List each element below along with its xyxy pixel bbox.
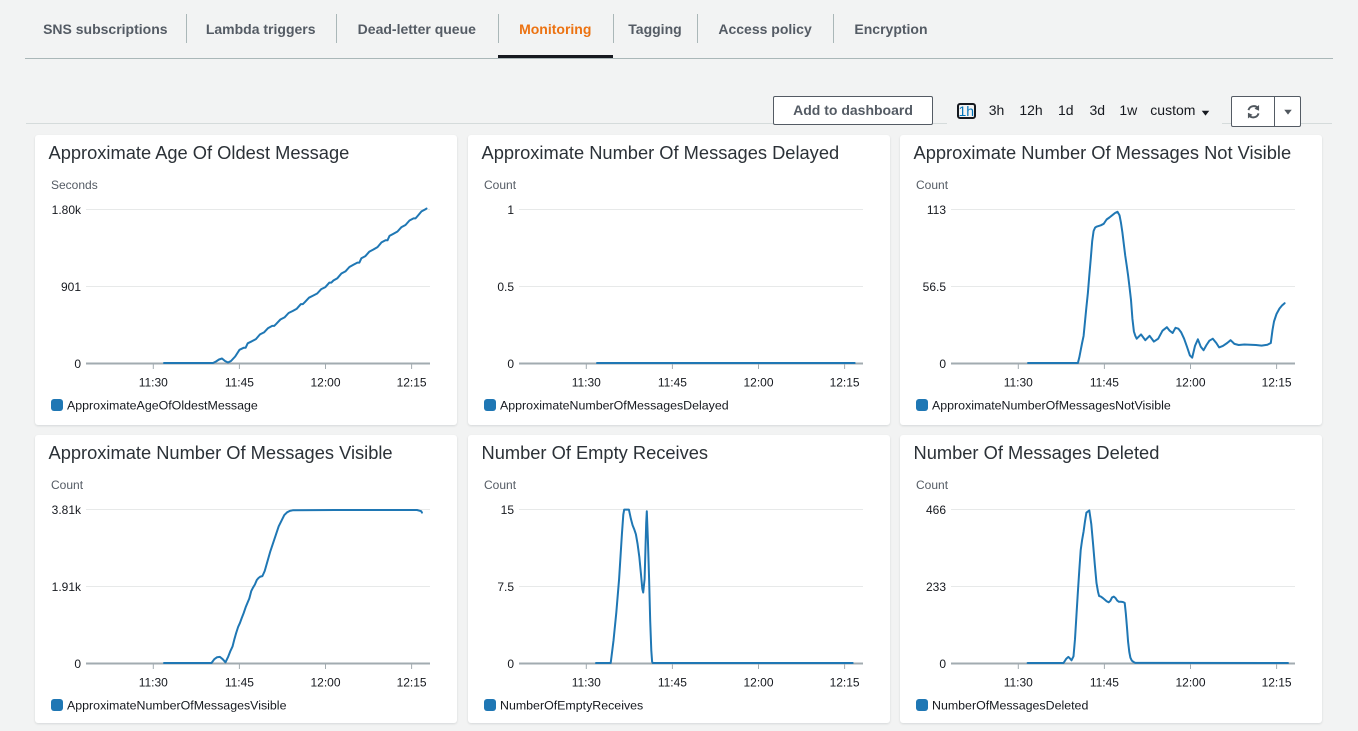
svg-text:11:45: 11:45 — [658, 375, 687, 389]
svg-text:0.5: 0.5 — [497, 279, 514, 293]
svg-text:0: 0 — [939, 656, 946, 670]
svg-text:12:00: 12:00 — [1175, 675, 1205, 689]
svg-text:0: 0 — [939, 356, 946, 370]
svg-text:12:15: 12:15 — [830, 375, 860, 389]
svg-text:Count: Count — [484, 478, 517, 492]
svg-text:11:45: 11:45 — [225, 675, 254, 689]
svg-text:11:30: 11:30 — [572, 675, 601, 689]
svg-text:15: 15 — [501, 502, 515, 516]
svg-text:Number Of Empty Receives: Number Of Empty Receives — [482, 442, 709, 463]
svg-text:12:15: 12:15 — [397, 375, 427, 389]
svg-text:NumberOfEmptyReceives: NumberOfEmptyReceives — [500, 698, 643, 712]
svg-text:11:30: 11:30 — [1004, 675, 1033, 689]
svg-text:11:30: 11:30 — [139, 675, 168, 689]
svg-text:7.5: 7.5 — [497, 579, 514, 593]
svg-text:113: 113 — [927, 202, 946, 216]
svg-text:12:15: 12:15 — [1262, 375, 1292, 389]
svg-text:56.5: 56.5 — [923, 279, 947, 293]
svg-text:0: 0 — [74, 656, 81, 670]
svg-text:Approximate Number Of Messages: Approximate Number Of Messages Not Visib… — [914, 142, 1292, 163]
svg-text:11:45: 11:45 — [1090, 375, 1119, 389]
svg-text:11:30: 11:30 — [572, 375, 601, 389]
svg-text:11:45: 11:45 — [225, 375, 254, 389]
svg-text:ApproximateNumberOfMessagesNot: ApproximateNumberOfMessagesNotVisible — [932, 398, 1171, 412]
svg-text:0: 0 — [74, 356, 81, 370]
svg-text:NumberOfMessagesDeleted: NumberOfMessagesDeleted — [932, 698, 1088, 712]
svg-text:466: 466 — [926, 502, 946, 516]
svg-text:Approximate Age Of Oldest Mess: Approximate Age Of Oldest Message — [49, 142, 350, 163]
svg-text:12:00: 12:00 — [743, 375, 773, 389]
svg-text:ApproximateNumberOfMessagesVis: ApproximateNumberOfMessagesVisible — [67, 698, 287, 712]
svg-text:12:15: 12:15 — [1262, 675, 1292, 689]
svg-text:11:30: 11:30 — [1004, 375, 1033, 389]
svg-text:1.80k: 1.80k — [52, 202, 82, 216]
svg-text:1: 1 — [507, 202, 514, 216]
svg-text:0: 0 — [507, 356, 514, 370]
svg-text:Count: Count — [916, 178, 949, 192]
svg-text:11:45: 11:45 — [1090, 675, 1119, 689]
svg-text:12:15: 12:15 — [397, 675, 427, 689]
svg-text:ApproximateAgeOfOldestMessage: ApproximateAgeOfOldestMessage — [67, 398, 258, 412]
svg-text:1.91k: 1.91k — [52, 579, 82, 593]
svg-text:11:45: 11:45 — [658, 675, 687, 689]
svg-text:Seconds: Seconds — [51, 178, 98, 192]
svg-text:0: 0 — [507, 656, 514, 670]
svg-text:ApproximateNumberOfMessagesDel: ApproximateNumberOfMessagesDelayed — [500, 398, 729, 412]
svg-text:Number Of Messages Deleted: Number Of Messages Deleted — [914, 442, 1160, 463]
svg-text:12:00: 12:00 — [743, 675, 773, 689]
svg-text:12:00: 12:00 — [1175, 375, 1205, 389]
svg-text:Approximate Number Of Messages: Approximate Number Of Messages Delayed — [482, 142, 840, 163]
svg-text:Count: Count — [916, 478, 949, 492]
svg-text:901: 901 — [61, 279, 81, 293]
svg-text:Count: Count — [51, 478, 84, 492]
svg-text:Count: Count — [484, 178, 517, 192]
svg-text:233: 233 — [926, 579, 946, 593]
svg-text:12:00: 12:00 — [310, 375, 340, 389]
svg-text:11:30: 11:30 — [139, 375, 168, 389]
svg-text:12:00: 12:00 — [310, 675, 340, 689]
svg-text:12:15: 12:15 — [830, 675, 860, 689]
svg-text:Approximate Number Of Messages: Approximate Number Of Messages Visible — [49, 442, 393, 463]
svg-text:3.81k: 3.81k — [52, 502, 82, 516]
